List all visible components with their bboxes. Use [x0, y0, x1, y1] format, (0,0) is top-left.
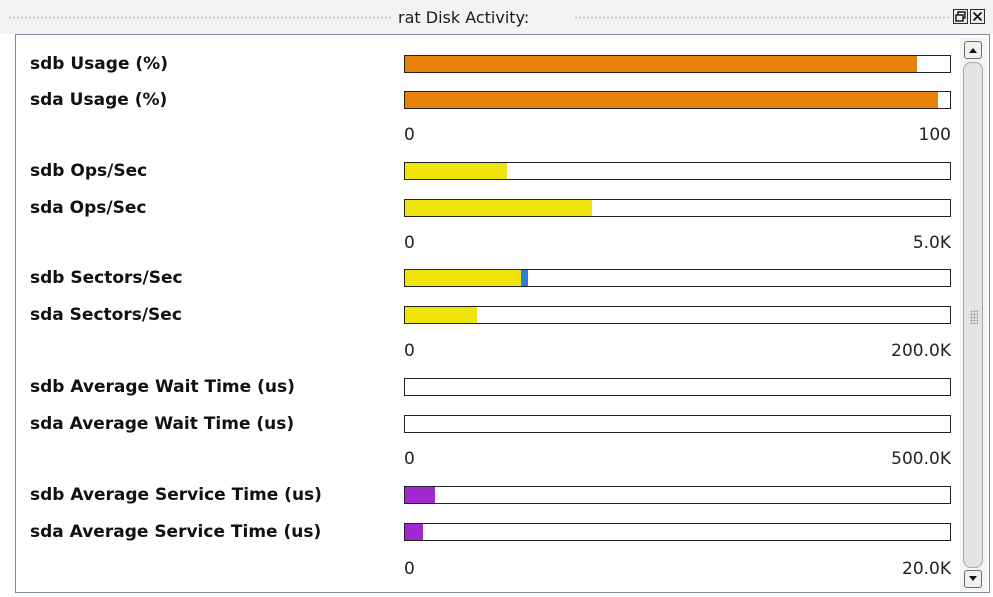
metric-bar-fill — [405, 200, 592, 216]
metric-bar — [404, 162, 951, 180]
title-grip-left — [8, 16, 392, 19]
metric-bar-fill — [405, 56, 917, 72]
restore-icon — [955, 11, 966, 22]
metric-label: sdb Usage (%) — [30, 54, 168, 74]
scale-min-label: 0 — [404, 449, 415, 469]
metric-label: sdb Average Service Time (us) — [30, 485, 322, 505]
metric-bar — [404, 199, 951, 217]
scroll-down-button[interactable] — [964, 570, 982, 588]
scrollbar-grip — [970, 310, 978, 324]
scale-max-label: 500.0K — [891, 449, 951, 469]
metric-bar — [404, 55, 951, 73]
vertical-scrollbar[interactable] — [960, 38, 987, 591]
metric-bar-fill — [405, 307, 477, 323]
metric-label: sdb Ops/Sec — [30, 161, 148, 181]
metric-label: sda Usage (%) — [30, 90, 168, 110]
title-bar[interactable]: rat Disk Activity: — [0, 0, 993, 34]
scale-min-label: 0 — [404, 341, 415, 361]
metric-bar — [404, 91, 951, 109]
metric-label: sda Average Service Time (us) — [30, 522, 322, 542]
metric-bar — [404, 269, 951, 287]
close-icon — [972, 11, 983, 22]
scale-max-label: 5.0K — [912, 233, 951, 253]
metric-bar-fill — [405, 487, 435, 503]
metric-label: sda Average Wait Time (us) — [30, 414, 295, 434]
metric-bar — [404, 415, 951, 433]
metric-bar-fill — [405, 270, 521, 286]
metric-label: sdb Average Wait Time (us) — [30, 377, 295, 397]
scroll-up-arrow-icon — [969, 48, 977, 53]
metric-bar — [404, 486, 951, 504]
metric-bar — [404, 523, 951, 541]
metric-bar — [404, 378, 951, 396]
restore-button[interactable] — [953, 9, 968, 24]
scroll-up-button[interactable] — [964, 41, 982, 59]
metric-bar-fill — [405, 524, 423, 540]
scale-max-label: 100 — [918, 125, 951, 145]
scale-min-label: 0 — [404, 233, 415, 253]
scale-max-label: 200.0K — [891, 341, 951, 361]
scale-max-label: 20.0K — [902, 559, 951, 579]
scale-min-label: 0 — [404, 559, 415, 579]
metric-bar-fill-secondary — [521, 270, 528, 286]
close-button[interactable] — [970, 9, 985, 24]
metric-bar — [404, 306, 951, 324]
window-title: rat Disk Activity: — [398, 8, 530, 27]
scale-min-label: 0 — [404, 125, 415, 145]
scroll-down-arrow-icon — [969, 576, 977, 581]
metric-label: sda Sectors/Sec — [30, 305, 182, 325]
metric-label: sdb Sectors/Sec — [30, 268, 183, 288]
metric-label: sda Ops/Sec — [30, 198, 147, 218]
scrollbar-thumb[interactable] — [963, 62, 983, 568]
metric-bar-fill — [405, 92, 938, 108]
title-grip-right — [574, 16, 950, 19]
metric-bar-fill — [405, 163, 507, 179]
